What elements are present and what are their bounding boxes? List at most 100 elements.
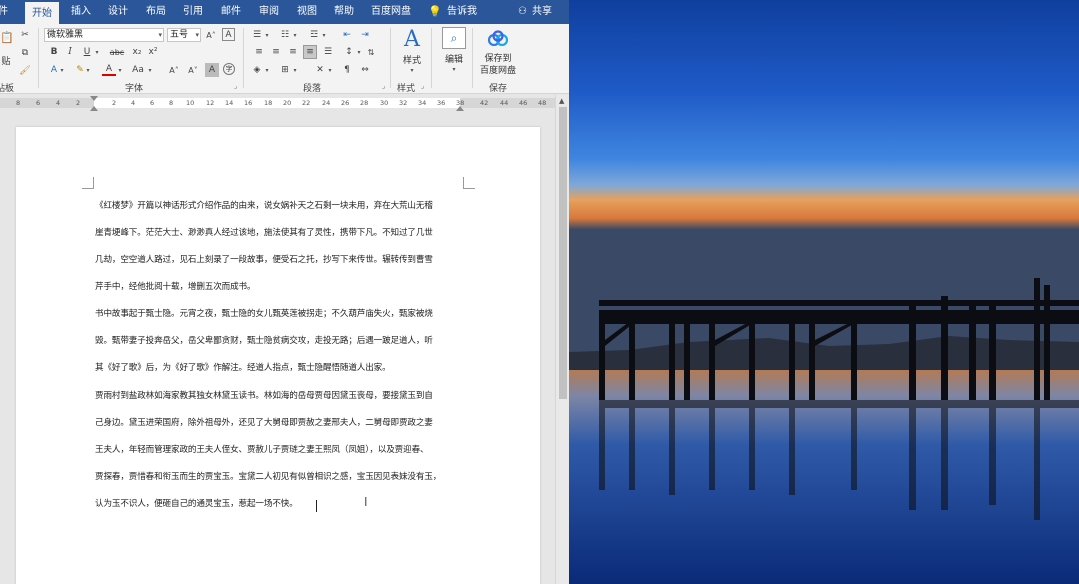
share-button[interactable]: 共享: [532, 0, 552, 24]
cloud-logo-icon: [487, 30, 509, 46]
horizontal-ruler[interactable]: 8642246810121416182022242628303234363842…: [0, 95, 569, 111]
save-to-baidu-line2[interactable]: 百度网盘: [476, 64, 520, 75]
chevron-down-icon[interactable]: ▾: [326, 63, 334, 77]
tab-mailings[interactable]: 邮件: [221, 0, 241, 24]
baidu-cloud-icon[interactable]: [486, 28, 510, 48]
italic-button[interactable]: I: [63, 45, 77, 59]
styles-icon[interactable]: A: [398, 27, 426, 51]
tab-baidu-netdisk[interactable]: 百度网盘: [371, 0, 411, 24]
chevron-down-icon[interactable]: ▾: [320, 28, 328, 42]
dialog-launcher-icon[interactable]: ⌟: [234, 82, 237, 90]
group-divider: [431, 28, 432, 88]
tab-help[interactable]: 帮助: [334, 0, 354, 24]
document-line: 王夫人，年轻而管理家政的王夫人侄女、贾赦儿子贾琏之妻王熙凤（凤姐），以及贾迎春、: [95, 443, 428, 455]
character-shading-icon[interactable]: A: [205, 63, 219, 77]
character-scaling-icon[interactable]: ⇔: [358, 63, 372, 77]
styles-button[interactable]: 样式: [396, 53, 428, 65]
document-page[interactable]: 《红楼梦》开篇以神话形式介绍作品的由来，说女娲补天之石剩一块未用，弃在大荒山无稽…: [16, 127, 540, 584]
chevron-down-icon[interactable]: ▾: [116, 63, 124, 77]
align-center-icon[interactable]: ≡: [269, 45, 283, 59]
ruler-number: 12: [206, 98, 214, 108]
enclose-character-icon[interactable]: 字: [223, 63, 235, 75]
dialog-launcher-icon[interactable]: ⌟: [382, 82, 385, 90]
ribbon-tab-bar: 件 开始 插入 设计 布局 引用 邮件 审阅 视图 帮助 百度网盘 💡 告诉我 …: [0, 0, 569, 24]
chevron-down-icon: ▾: [195, 29, 199, 41]
subscript-button[interactable]: x₂: [130, 45, 144, 59]
ruler-number: 4: [56, 98, 60, 108]
chevron-down-icon[interactable]: ▾: [447, 64, 461, 74]
search-icon[interactable]: ⌕: [442, 27, 466, 49]
strikethrough-button[interactable]: abc: [106, 45, 128, 59]
show-marks-icon[interactable]: ¶: [340, 63, 354, 77]
chevron-down-icon[interactable]: ▾: [291, 63, 299, 77]
ruler-number: 48: [538, 98, 546, 108]
chevron-down-icon[interactable]: ▾: [405, 65, 419, 75]
bullets-icon[interactable]: ☰: [250, 28, 264, 42]
first-line-indent-marker[interactable]: [90, 96, 98, 101]
asian-layout-icon[interactable]: ✕: [313, 63, 327, 77]
ruler-number: 4: [131, 98, 135, 108]
increase-indent-icon[interactable]: ⇥: [358, 28, 372, 42]
save-group-label: 保存: [489, 81, 507, 94]
paste-button[interactable]: 贴: [0, 54, 12, 66]
line-spacing-icon[interactable]: ↕: [342, 45, 356, 59]
vertical-scrollbar[interactable]: ▲: [555, 95, 569, 584]
chevron-down-icon[interactable]: ▾: [58, 63, 66, 77]
scrollbar-thumb[interactable]: [559, 107, 567, 399]
ruler-number: 24: [322, 98, 330, 108]
tab-references[interactable]: 引用: [183, 0, 203, 24]
copy-icon[interactable]: ⧉: [18, 46, 32, 60]
editing-button[interactable]: 编辑: [440, 52, 468, 64]
ruler-number: 30: [380, 98, 388, 108]
document-line: 芹手中，经他批阅十载，增删五次而成书。: [95, 280, 255, 292]
tell-me-box[interactable]: 告诉我: [447, 0, 477, 24]
numbering-icon[interactable]: ☷: [278, 28, 292, 42]
justify-icon[interactable]: ≡: [303, 45, 317, 59]
tab-view[interactable]: 视图: [297, 0, 317, 24]
shrink-font-icon[interactable]: A˅: [186, 63, 200, 77]
superscript-button[interactable]: x²: [146, 45, 160, 59]
tab-layout[interactable]: 布局: [146, 0, 166, 24]
tab-design[interactable]: 设计: [108, 0, 128, 24]
align-left-icon[interactable]: ≡: [252, 45, 266, 59]
multilevel-list-icon[interactable]: ☲: [307, 28, 321, 42]
tab-review[interactable]: 审阅: [259, 0, 279, 24]
chevron-down-icon[interactable]: ▾: [355, 45, 363, 59]
group-divider: [390, 28, 391, 88]
chevron-down-icon[interactable]: ▾: [84, 63, 92, 77]
underline-button[interactable]: U: [80, 45, 94, 59]
tab-file[interactable]: 件: [0, 0, 8, 24]
sort-icon[interactable]: ⇅: [364, 45, 378, 59]
document-line: 己身边。黛玉进荣国府，除外祖母外，还见了大舅母即贾赦之妻邢夫人，二舅母即贾政之妻: [95, 416, 433, 428]
font-color-icon[interactable]: A: [102, 63, 116, 76]
distributed-icon[interactable]: ☰: [321, 45, 335, 59]
grow-font-icon[interactable]: A˄: [204, 28, 218, 42]
chevron-down-icon[interactable]: ▾: [263, 28, 271, 42]
save-to-baidu-line1[interactable]: 保存到: [478, 52, 518, 63]
ruler-number: 20: [283, 98, 291, 108]
dialog-launcher-icon[interactable]: ⌟: [421, 82, 424, 90]
tab-insert[interactable]: 插入: [71, 0, 91, 24]
format-painter-icon[interactable]: 🖌: [18, 64, 32, 78]
shading-icon[interactable]: ◈: [250, 63, 264, 77]
group-divider: [243, 28, 244, 88]
clear-formatting-icon[interactable]: A: [222, 28, 235, 41]
align-right-icon[interactable]: ≡: [286, 45, 300, 59]
cut-icon[interactable]: ✂: [18, 28, 32, 42]
crop-mark: [82, 177, 94, 189]
tab-home[interactable]: 开始: [25, 0, 59, 24]
borders-icon[interactable]: ⊞: [278, 63, 292, 77]
change-case-button[interactable]: Aa: [130, 63, 146, 77]
styles-group-label: 样式: [397, 81, 415, 94]
grow-font-icon[interactable]: A˄: [167, 63, 181, 77]
chevron-down-icon[interactable]: ▾: [146, 63, 154, 77]
chevron-down-icon[interactable]: ▾: [263, 63, 271, 77]
scroll-up-arrow-icon[interactable]: ▲: [559, 97, 564, 105]
font-name-combo[interactable]: 微软雅黑▾: [44, 28, 164, 42]
font-size-combo[interactable]: 五号▾: [167, 28, 201, 42]
chevron-down-icon[interactable]: ▾: [291, 28, 299, 42]
paste-icon[interactable]: 📋: [0, 30, 14, 44]
chevron-down-icon[interactable]: ▾: [93, 45, 101, 59]
bold-button[interactable]: B: [47, 45, 61, 59]
decrease-indent-icon[interactable]: ⇤: [340, 28, 354, 42]
